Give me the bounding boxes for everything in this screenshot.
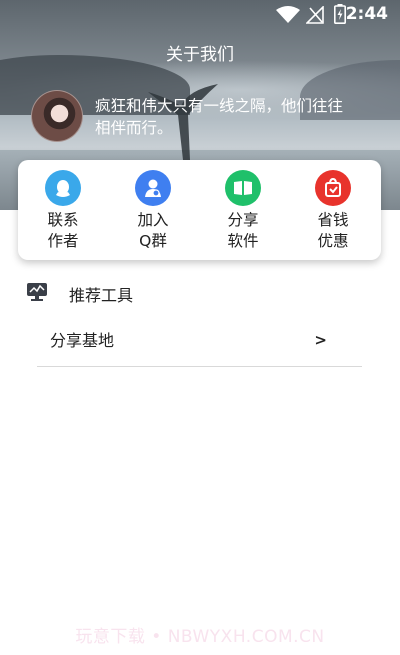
- signal-icon: [306, 6, 324, 24]
- join-qq-group-label-2: Q群: [139, 232, 167, 250]
- save-money-icon: [315, 170, 351, 206]
- chevron-right-icon: >: [314, 331, 327, 349]
- join-qq-group-label-1: 加入: [137, 211, 169, 229]
- join-qq-group-icon: [135, 170, 171, 206]
- status-bar: 2:44: [0, 0, 400, 28]
- author-bio: 疯狂和伟大只有一线之隔，他们往往相伴而行。: [95, 97, 344, 137]
- contact-author-label-2: 作者: [47, 232, 79, 250]
- list-item-label: 分享基地: [50, 331, 115, 350]
- contact-author-button[interactable]: 联系 作者: [28, 170, 98, 258]
- action-card: 联系 作者 加入 Q群 分享 软件 省钱 优惠: [18, 160, 381, 260]
- share-software-label-2: 软件: [227, 232, 259, 250]
- author-avatar[interactable]: [31, 90, 83, 142]
- share-software-button[interactable]: 分享 软件: [208, 170, 278, 258]
- status-time: 2:44: [345, 4, 388, 24]
- page-title: 关于我们: [166, 45, 234, 65]
- share-software-icon: [225, 170, 261, 206]
- wifi-icon: [276, 6, 300, 23]
- share-software-label-1: 分享: [227, 211, 259, 229]
- save-money-label-1: 省钱: [317, 211, 349, 229]
- save-money-button[interactable]: 省钱 优惠: [298, 170, 368, 258]
- contact-author-icon: [45, 170, 81, 206]
- list-item-share-base[interactable]: 分享基地 >: [37, 318, 362, 367]
- save-money-label-2: 优惠: [317, 232, 349, 250]
- battery-charging-icon: [334, 4, 346, 24]
- watermark-text: 玩意下载 • NBWYXH.COM.CN: [75, 627, 325, 647]
- join-qq-group-button[interactable]: 加入 Q群: [118, 170, 188, 258]
- section-title: 推荐工具: [69, 286, 134, 305]
- monitor-chart-icon: [27, 283, 47, 301]
- contact-author-label-1: 联系: [47, 211, 79, 229]
